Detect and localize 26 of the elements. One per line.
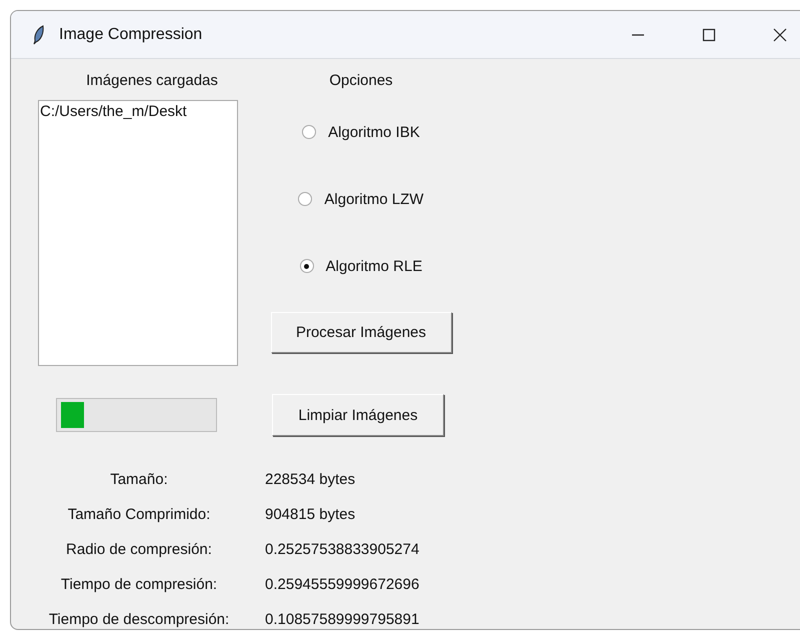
list-label: Imágenes cargadas xyxy=(86,72,218,90)
list-item[interactable]: C:/Users/the_m/Deskt xyxy=(39,101,237,122)
stat-label: Tiempo de compresión: xyxy=(60,575,218,595)
close-icon[interactable] xyxy=(772,26,788,42)
radio-label[interactable]: Algoritmo LZW xyxy=(324,190,424,208)
radio-label[interactable]: Algoritmo RLE xyxy=(326,258,422,274)
radio-button[interactable] xyxy=(302,125,316,139)
radio-label[interactable]: Algoritmo IBK xyxy=(328,124,420,140)
stat-label: Tamaño: xyxy=(109,470,169,490)
stat-value: 0.10857589999795891 xyxy=(265,610,420,629)
image-list[interactable]: C:/Users/the_m/Deskt xyxy=(38,100,238,366)
stat-label: Tamaño Comprimido: xyxy=(66,505,212,525)
feather-icon xyxy=(33,24,45,44)
options-label: Opciones xyxy=(329,72,393,90)
stat-value: 0.25257538833905274 xyxy=(265,540,420,560)
process-images-button[interactable]: Procesar Imágenes xyxy=(270,312,452,353)
stat-value: 0.25945559999672696 xyxy=(265,575,420,595)
radio-button[interactable] xyxy=(298,192,312,206)
maximize-icon[interactable] xyxy=(701,26,717,42)
window-title: Image Compression xyxy=(59,26,202,44)
radio-button[interactable] xyxy=(300,259,314,273)
stat-label: Radio de compresión: xyxy=(65,540,213,560)
stat-label: Tiempo de descompresión: xyxy=(48,610,230,629)
clear-images-button[interactable]: Limpiar Imágenes xyxy=(272,394,444,436)
stat-value: 904815 bytes xyxy=(265,505,356,525)
stat-value: 228534 bytes xyxy=(265,470,356,490)
